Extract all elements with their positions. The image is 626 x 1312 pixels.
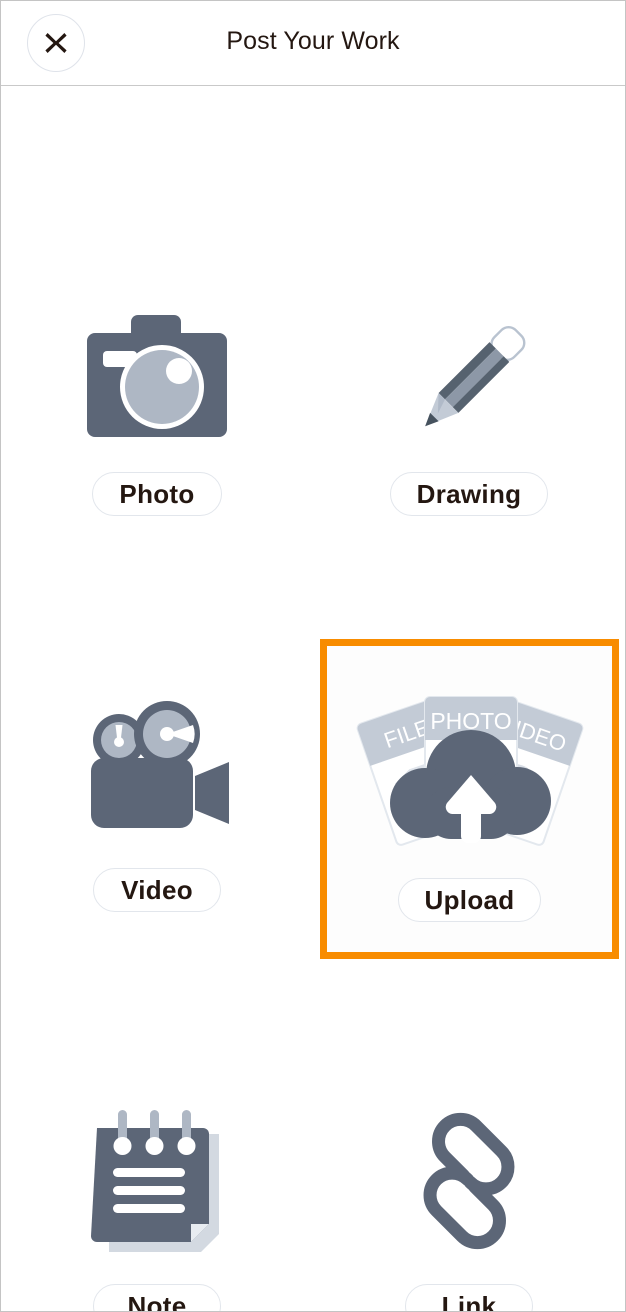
note-pill-row: Note [93, 1284, 221, 1311]
upload-pill-row: Upload [397, 878, 542, 922]
photo-pill-row: Photo [92, 472, 222, 516]
option-tile-drawing[interactable]: Drawing [313, 196, 625, 516]
movie-camera-icon [81, 680, 233, 850]
dialog-header: Post Your Work [1, 1, 625, 86]
cloud-upload-icon: FILE VIDEO PHOTO [347, 680, 593, 856]
video-button[interactable]: Video [93, 868, 221, 912]
link-pill-row: Link [405, 1284, 533, 1311]
pencil-icon [394, 306, 544, 456]
note-button[interactable]: Note [93, 1284, 221, 1311]
drawing-button[interactable]: Drawing [389, 472, 549, 516]
option-tile-video[interactable]: Video [1, 606, 313, 926]
option-tile-upload[interactable]: FILE VIDEO PHOTO Upload [320, 639, 619, 959]
option-tile-note[interactable]: Note [1, 1016, 313, 1311]
photo-button[interactable]: Photo [92, 472, 222, 516]
drawing-pill-row: Drawing [389, 472, 549, 516]
video-pill-row: Video [93, 868, 221, 912]
link-button[interactable]: Link [405, 1284, 533, 1311]
upload-button[interactable]: Upload [397, 878, 542, 922]
camera-icon [83, 306, 231, 456]
option-tile-photo[interactable]: Photo [1, 196, 313, 516]
post-options-grid: Photo Drawing Video FILE VIDEO PHOTO Upl… [1, 86, 625, 1311]
chain-link-icon [399, 1096, 539, 1266]
page-title: Post Your Work [226, 27, 400, 55]
notepad-icon [87, 1096, 227, 1266]
option-tile-link[interactable]: Link [313, 1016, 625, 1311]
post-your-work-dialog: Post Your Work Photo Drawing Video FILE … [0, 0, 626, 1312]
